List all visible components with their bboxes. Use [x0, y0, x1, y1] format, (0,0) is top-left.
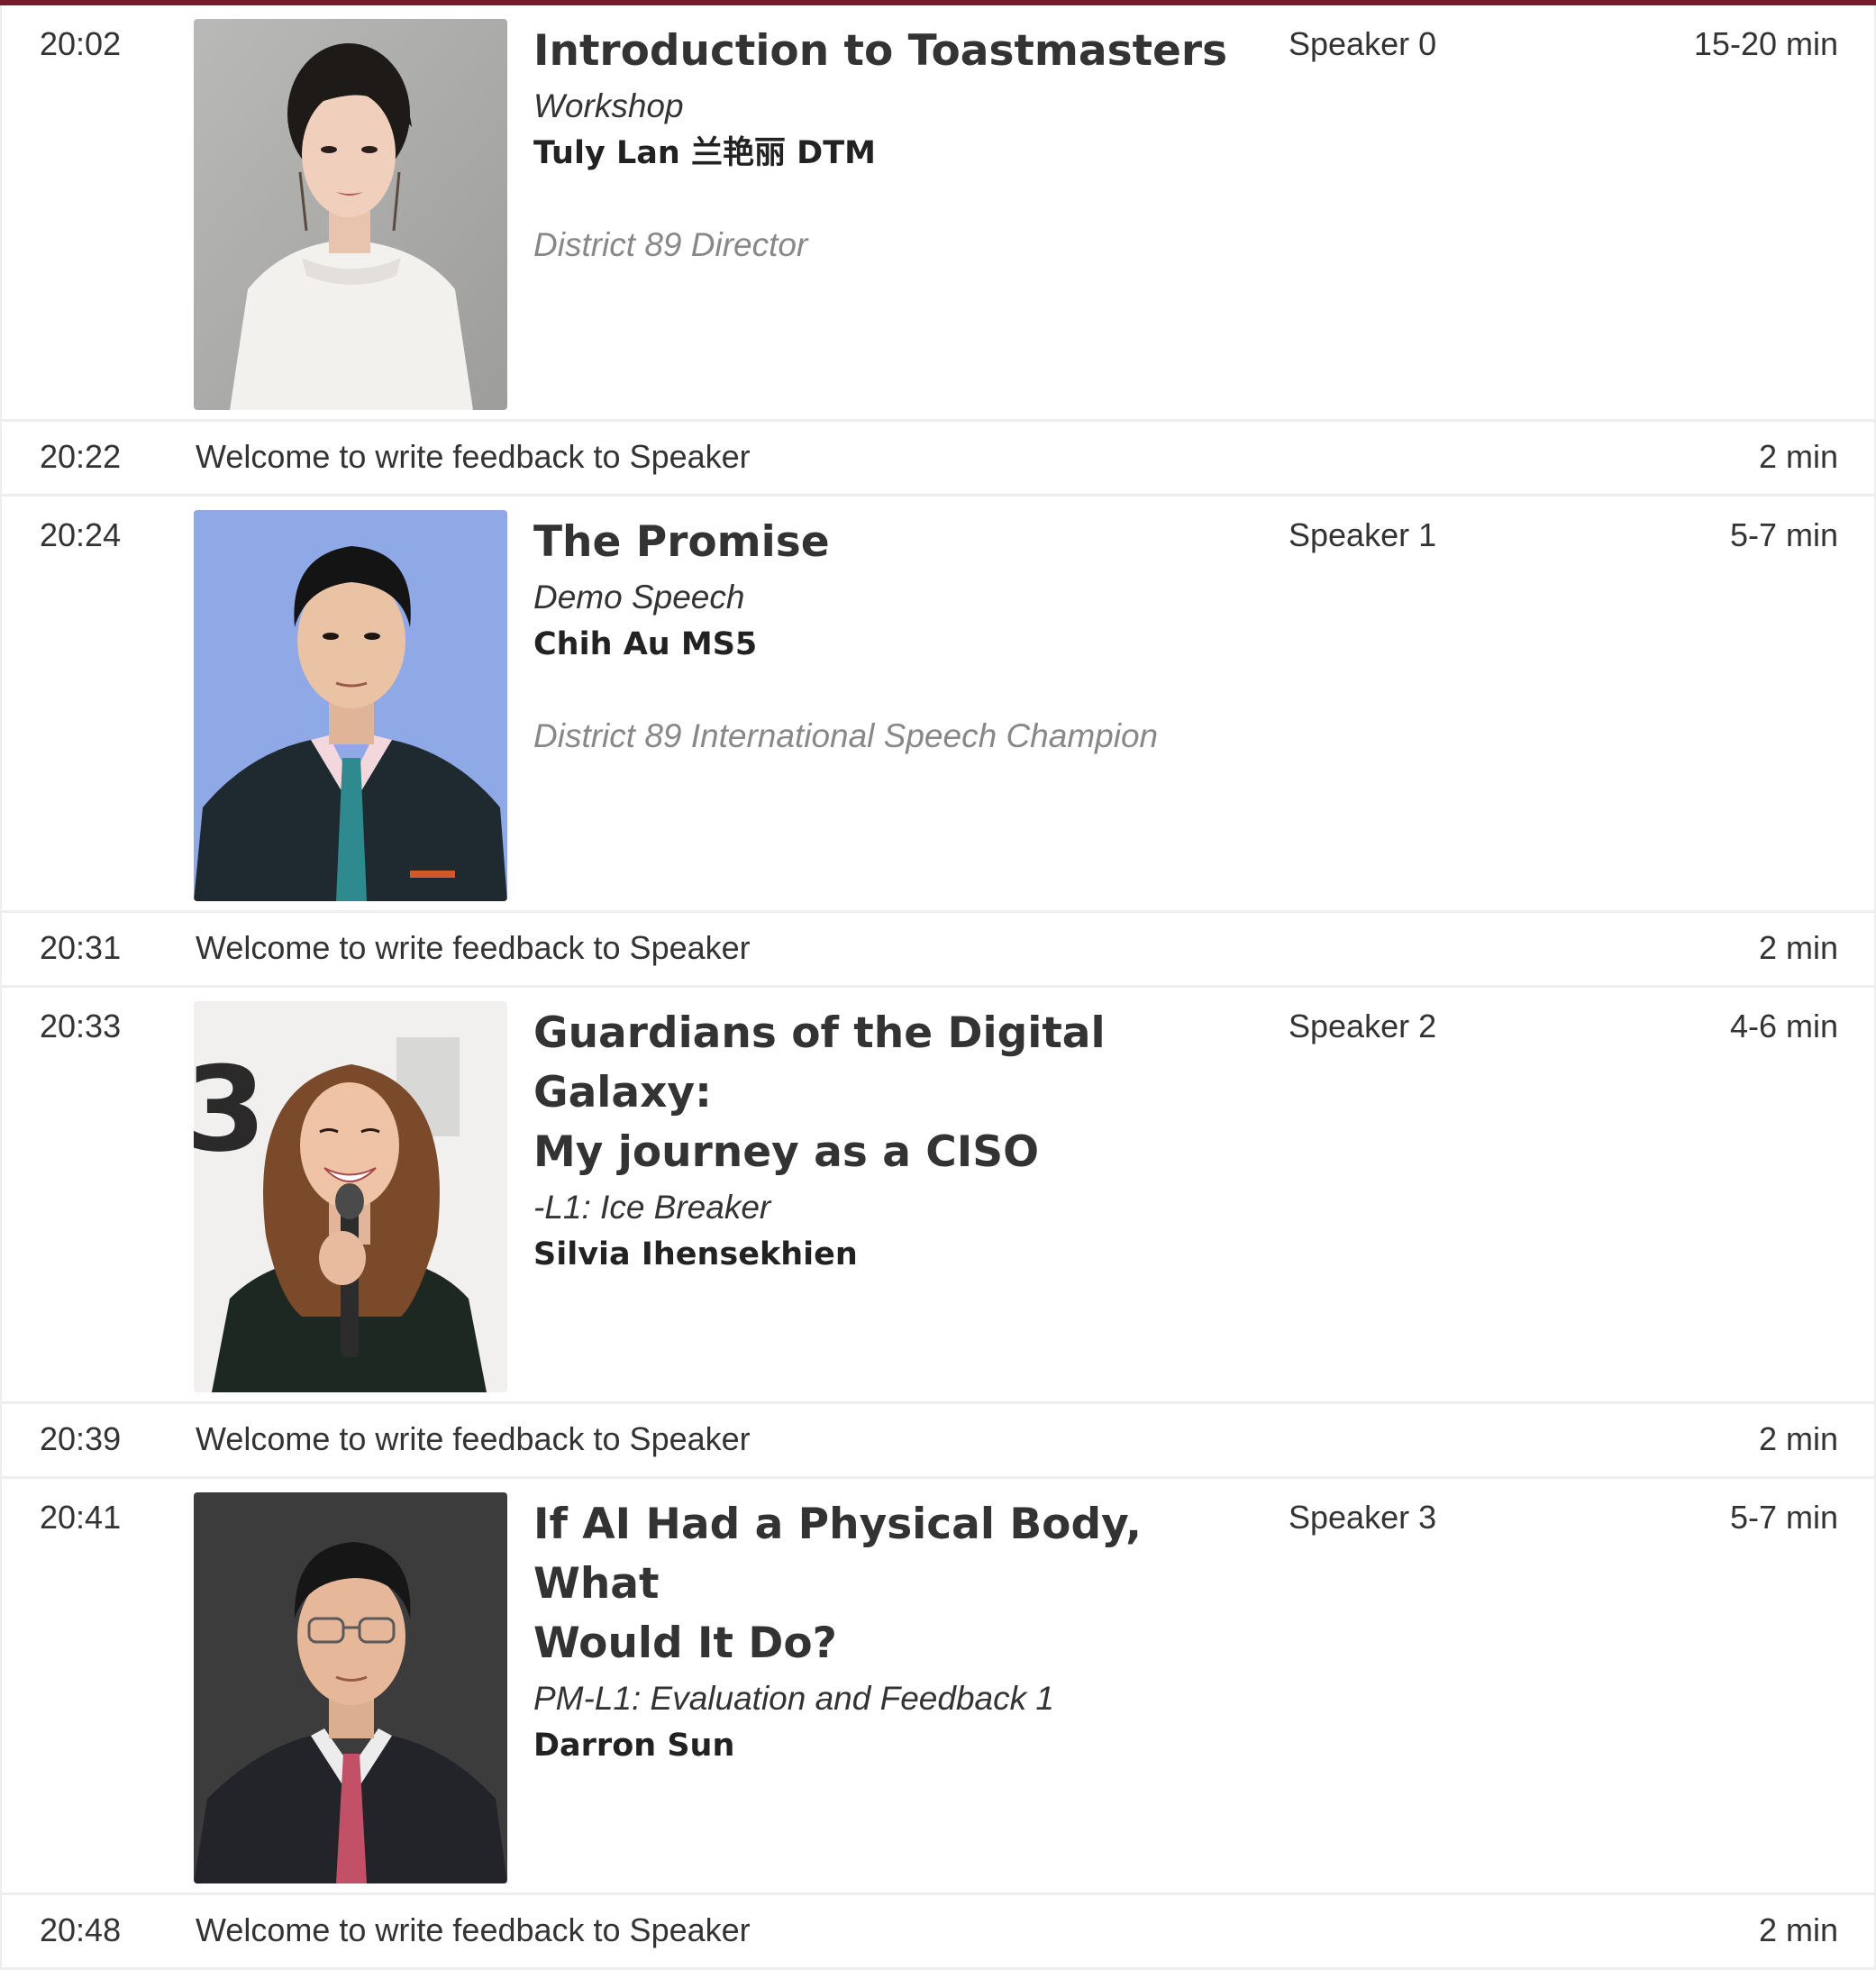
agenda-row-speech: 20:24 The Promise Demo Speech Chih Au MS…	[0, 497, 1876, 913]
speech-title: Introduction to Toastmasters	[533, 26, 1228, 76]
agenda-duration: 4-6 min	[1729, 1008, 1838, 1044]
agenda-duration: 15-20 min	[1693, 25, 1838, 62]
speaker-role: Speaker 2	[1289, 1008, 1437, 1044]
agenda-duration: 5-7 min	[1729, 1499, 1838, 1536]
speech-title-line: My journey as a CISO	[533, 1127, 1040, 1177]
agenda-duration: 2 min	[1758, 1911, 1838, 1948]
agenda-time: 20:22	[40, 438, 122, 475]
speech-content: Guardians of the Digital Galaxy: My jour…	[533, 1004, 1236, 1278]
speaker-photo	[194, 19, 507, 410]
agenda-duration: 5-7 min	[1729, 516, 1838, 553]
speaker-description: District 89 Director	[533, 226, 808, 263]
feedback-prompt: Welcome to write feedback to Speaker	[196, 1420, 751, 1457]
feedback-prompt: Welcome to write feedback to Speaker	[196, 929, 751, 966]
speech-type: Demo Speech	[533, 579, 745, 616]
speaker-role: Speaker 1	[1289, 516, 1437, 553]
speaker-name: Tuly Lan 兰艳丽 DTM	[533, 135, 876, 171]
agenda-row-feedback: 20:22 Welcome to write feedback to Speak…	[0, 422, 1876, 497]
portrait-man-glasses-dark-background-image	[194, 1492, 507, 1883]
agenda-row-speech: 20:41 If AI Had a Physical Body, What Wo…	[0, 1479, 1876, 1895]
speech-title-line: If AI Had a Physical Body, What	[533, 1500, 1142, 1609]
agenda-time: 20:31	[40, 929, 122, 966]
agenda-row-speech: 20:33 3 Guardians of the Digital Galaxy:…	[0, 988, 1876, 1404]
speaker-photo	[194, 510, 507, 901]
speech-title: Guardians of the Digital Galaxy: My jour…	[533, 1004, 1236, 1182]
speech-title-line: Guardians of the Digital Galaxy:	[533, 1008, 1106, 1117]
speech-title-line: Would It Do?	[533, 1619, 837, 1668]
speaker-name: Chih Au MS5	[533, 626, 758, 662]
agenda-row-feedback: 20:31 Welcome to write feedback to Speak…	[0, 913, 1876, 988]
speaker-name: Silvia Ihensekhien	[533, 1236, 858, 1272]
speech-type: PM-L1: Evaluation and Feedback 1	[533, 1680, 1054, 1717]
agenda-duration: 2 min	[1758, 1420, 1838, 1457]
feedback-prompt: Welcome to write feedback to Speaker	[196, 438, 751, 475]
speech-content: If AI Had a Physical Body, What Would It…	[533, 1495, 1236, 1769]
speech-title: If AI Had a Physical Body, What Would It…	[533, 1495, 1236, 1674]
speech-content: The Promise Demo Speech Chih Au MS5 Dist…	[533, 513, 1236, 760]
agenda-duration: 2 min	[1758, 929, 1838, 966]
portrait-man-suit-blue-background-image	[194, 510, 507, 901]
speaker-role: Speaker 3	[1289, 1499, 1437, 1536]
agenda-list: 20:02 Introduction to Toastmasters Works…	[0, 5, 1876, 1970]
speaker-description: District 89 International Speech Champio…	[533, 717, 1159, 754]
portrait-woman-white-blouse-image	[194, 19, 507, 410]
feedback-prompt: Welcome to write feedback to Speaker	[196, 1911, 751, 1948]
agenda-time: 20:02	[40, 25, 122, 62]
agenda-time: 20:33	[40, 1008, 122, 1044]
agenda-time: 20:41	[40, 1499, 122, 1536]
speech-type: Workshop	[533, 87, 684, 124]
agenda-duration: 2 min	[1758, 438, 1838, 475]
speaker-photo	[194, 1492, 507, 1883]
agenda-row-feedback: 20:48 Welcome to write feedback to Speak…	[0, 1895, 1876, 1970]
speaker-name: Darron Sun	[533, 1728, 735, 1764]
speech-title: The Promise	[533, 517, 830, 567]
portrait-woman-microphone-image: 3	[194, 1001, 507, 1392]
agenda-row-speech: 20:02 Introduction to Toastmasters Works…	[0, 5, 1876, 422]
svg-text:3: 3	[194, 1041, 266, 1178]
speech-content: Introduction to Toastmasters Workshop Tu…	[533, 22, 1236, 269]
speech-type: -L1: Ice Breaker	[533, 1189, 771, 1226]
agenda-time: 20:24	[40, 516, 122, 553]
speaker-photo: 3	[194, 1001, 507, 1392]
agenda-row-feedback: 20:39 Welcome to write feedback to Speak…	[0, 1404, 1876, 1479]
speaker-role: Speaker 0	[1289, 25, 1437, 62]
agenda-time: 20:48	[40, 1911, 122, 1948]
agenda-time: 20:39	[40, 1420, 122, 1457]
